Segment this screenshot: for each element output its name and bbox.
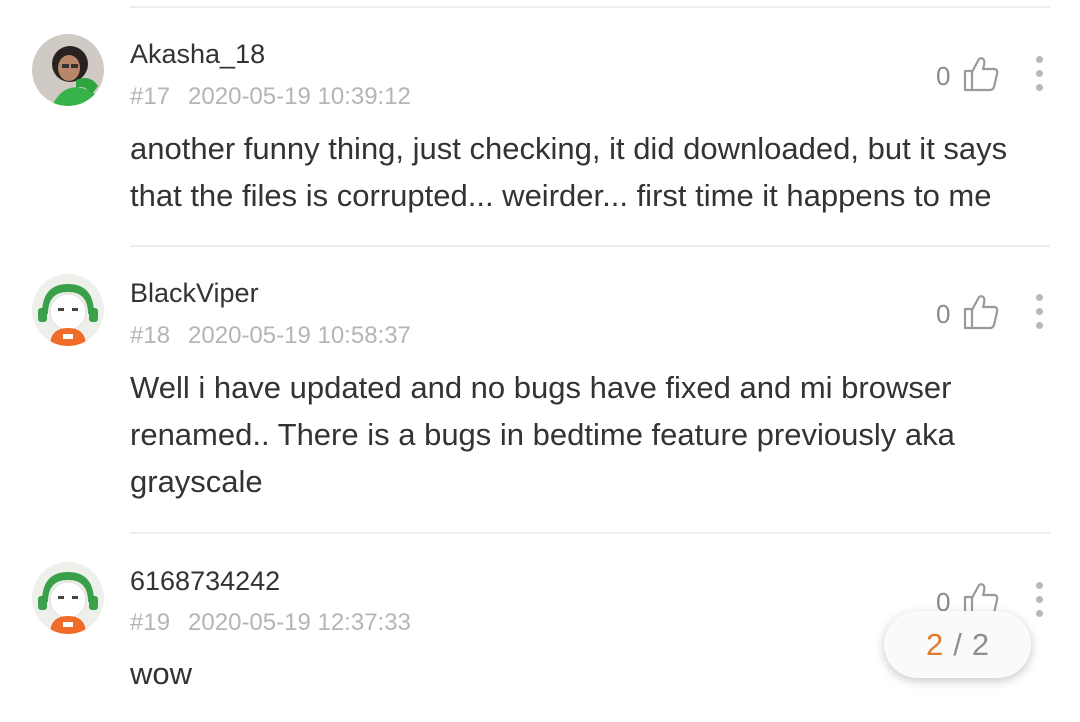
like-count: 0 xyxy=(936,299,951,329)
username[interactable]: 6168734242 xyxy=(130,566,280,597)
username[interactable]: Akasha_18 xyxy=(130,39,265,70)
comment-divider xyxy=(130,245,1050,247)
more-vertical-icon xyxy=(1029,294,1049,329)
like-count: 0 xyxy=(936,61,951,91)
floor-number: #18 xyxy=(130,322,171,349)
timestamp: 2020-05-19 10:39:12 xyxy=(188,83,411,110)
top-divider xyxy=(130,6,1050,8)
current-page: 2 xyxy=(925,626,944,662)
comment-text: another funny thing, just checking, it d… xyxy=(130,131,1008,213)
thumbs-up-icon[interactable] xyxy=(962,293,1000,331)
page-indicator[interactable]: 2/2 xyxy=(884,611,1031,678)
timestamp: 2020-05-19 10:58:37 xyxy=(188,322,411,349)
comment-divider xyxy=(130,532,1050,534)
more-vertical-icon xyxy=(1029,582,1049,617)
more-options-button[interactable] xyxy=(1029,582,1049,622)
total-pages: 2 xyxy=(971,626,990,662)
comment-text: Well i have updated and no bugs have fix… xyxy=(130,370,955,499)
comment-meta: #19 2020-05-19 12:37:33 xyxy=(130,609,411,637)
more-options-button[interactable] xyxy=(1029,294,1049,334)
username[interactable]: BlackViper xyxy=(130,278,259,309)
thumbs-up-icon[interactable] xyxy=(962,55,1000,93)
floor-number: #19 xyxy=(130,609,171,636)
page-separator: / xyxy=(953,626,962,662)
comment-meta: #18 2020-05-19 10:58:37 xyxy=(130,322,411,350)
avatar[interactable] xyxy=(32,274,104,346)
avatar[interactable] xyxy=(32,34,104,106)
more-vertical-icon xyxy=(1029,56,1049,91)
comment-meta: #17 2020-05-19 10:39:12 xyxy=(130,83,411,111)
timestamp: 2020-05-19 12:37:33 xyxy=(188,609,411,636)
floor-number: #17 xyxy=(130,83,171,110)
avatar[interactable] xyxy=(32,562,104,634)
more-options-button[interactable] xyxy=(1029,56,1049,96)
